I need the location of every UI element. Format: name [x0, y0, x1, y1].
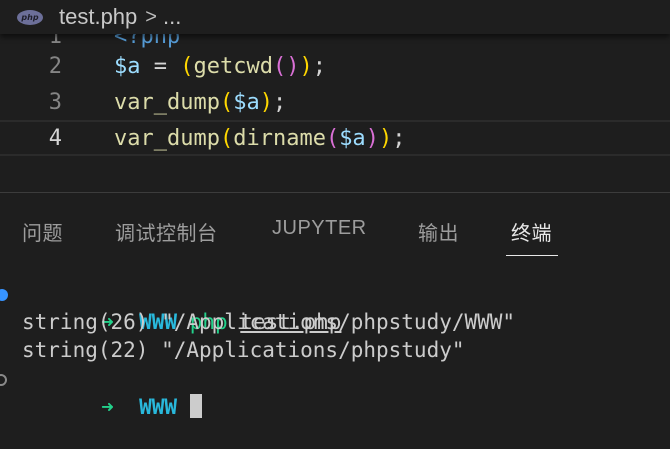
code-token: var_dump [114, 89, 220, 115]
code-token: ( [180, 53, 194, 79]
tab-output[interactable]: 输出 [418, 217, 459, 246]
code-token: $a [233, 89, 260, 115]
code-token: $a [339, 125, 366, 151]
tab-terminal[interactable]: 终端 [511, 217, 552, 246]
code-token: $a [114, 53, 141, 79]
code-text: <?php [114, 34, 181, 49]
breadcrumb-more[interactable]: ... [163, 4, 181, 30]
code-token: = [140, 53, 181, 79]
terminal-prompt-line: ➜ WWW [0, 365, 670, 419]
tab-debug-console[interactable]: 调试控制台 [115, 217, 218, 246]
bottom-panel: 问题 调试控制台 JUPYTER 输出 终端 ➜ WWW php test.ph… [0, 192, 670, 423]
php-file-icon: php [17, 9, 43, 25]
code-token: ) [378, 125, 393, 151]
code-text: var_dump(dirname($a)); [114, 126, 405, 151]
code-text: $a = (getcwd()); [114, 54, 326, 79]
command-pending-icon[interactable] [0, 374, 7, 386]
code-text: var_dump($a); [114, 90, 286, 115]
code-line-2: 2 $a = (getcwd()); [0, 48, 670, 84]
prompt-directory: WWW [139, 395, 178, 419]
line-number: 3 [48, 89, 62, 115]
tab-jupyter[interactable]: JUPYTER [272, 217, 367, 240]
code-token: ; [272, 89, 287, 115]
breadcrumb-file[interactable]: test.php [59, 4, 137, 30]
panel-tabs: 问题 调试控制台 JUPYTER 输出 终端 [0, 193, 670, 263]
command-success-icon[interactable] [0, 289, 8, 301]
chevron-right-icon: > [145, 5, 157, 28]
code-token: ( [272, 53, 287, 79]
code-token: var_dump [114, 125, 220, 151]
code-editor[interactable]: 1 <?php 2 $a = (getcwd()); 3 var_dump($a… [0, 34, 670, 192]
code-token: dirname [233, 125, 326, 151]
code-token: ( [219, 89, 234, 115]
terminal-cursor [189, 394, 202, 418]
code-token: getcwd [193, 53, 273, 79]
code-token: ) [365, 125, 379, 151]
line-number: 1 [48, 34, 62, 49]
terminal-output-line: string(26) "/Applications/phpstudy/WWW" [22, 310, 516, 334]
code-token: ; [312, 53, 326, 79]
terminal-output-line: string(22) "/Applications/phpstudy" [22, 338, 465, 362]
breadcrumb: php test.php > ... [0, 0, 670, 34]
code-token: ) [286, 53, 300, 79]
line-number: 4 [48, 125, 62, 151]
line-number: 2 [48, 53, 62, 79]
code-token: ) [299, 53, 313, 79]
code-line-3: 3 var_dump($a); [0, 84, 670, 120]
code-token: ; [392, 125, 406, 151]
prompt-arrow-icon: ➜ [101, 395, 114, 419]
code-line-4: 4 var_dump(dirname($a)); [0, 120, 670, 156]
code-token: ( [219, 125, 234, 151]
tab-problems[interactable]: 问题 [22, 217, 63, 246]
active-tab-indicator [506, 255, 558, 256]
code-token: ( [325, 125, 340, 151]
terminal-prompt-line: ➜ WWW php test.php [0, 280, 670, 334]
code-token: ) [259, 89, 273, 115]
